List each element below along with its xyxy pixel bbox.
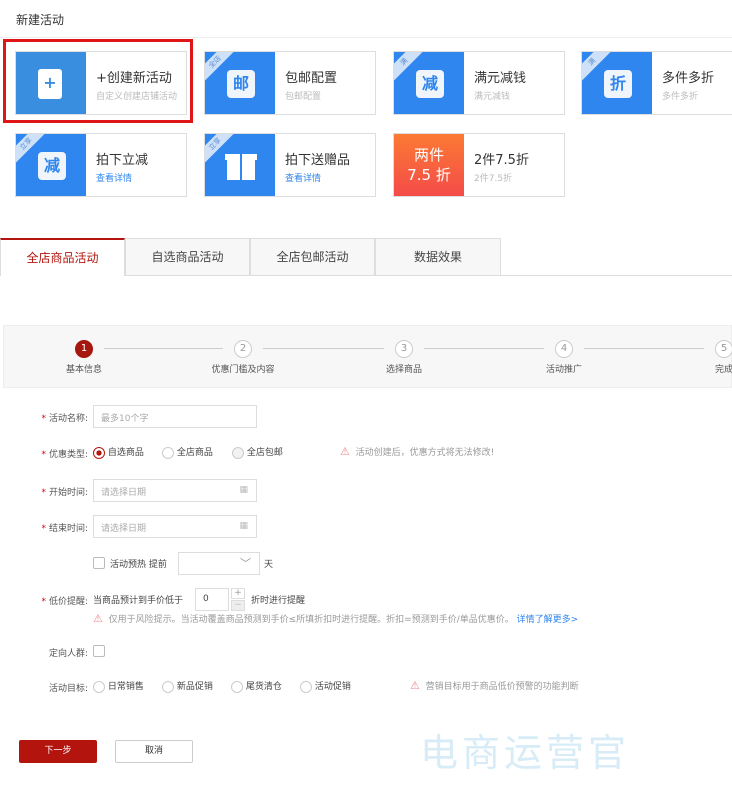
calendar-icon: ▦ xyxy=(239,521,248,531)
preheat-label: 活动预热 提前 xyxy=(110,560,167,570)
preheat-days-select[interactable]: ﹀ xyxy=(178,552,260,575)
step-5-marker: 5 xyxy=(715,340,732,358)
goal-radio-new[interactable]: 新品促销 xyxy=(162,679,213,693)
card-title: 满元减钱 xyxy=(474,71,527,86)
step-1-marker: 1 xyxy=(75,340,93,358)
end-label: * 结束时间: xyxy=(41,524,88,534)
discount-icon: 满减 xyxy=(394,52,464,114)
step-1-label: 基本信息 xyxy=(65,365,102,375)
name-label: * 活动名称: xyxy=(41,414,88,424)
gift-card[interactable]: 立享 拍下送赠品查看详情 xyxy=(204,133,376,197)
step-4-label: 活动推广 xyxy=(545,365,582,375)
type-radio-custom[interactable]: 自选商品 xyxy=(93,445,144,459)
chevron-down-icon: ﹀ xyxy=(240,557,251,570)
full-reduction-card[interactable]: 满减满元减钱 满元减钱 xyxy=(393,51,565,115)
activity-name-input[interactable]: 最多10个字 xyxy=(93,405,257,428)
step-connector xyxy=(263,348,384,349)
step-4-marker: 4 xyxy=(555,340,573,358)
tab-selected-goods[interactable]: 自选商品活动 xyxy=(125,238,250,276)
goal-radio-promo[interactable]: 活动促销 xyxy=(300,679,351,693)
step-bar xyxy=(3,325,732,388)
card-title: 包邮配置 xyxy=(285,71,338,86)
discount-icon: 立享减 xyxy=(16,134,86,196)
next-button[interactable]: 下一步 xyxy=(19,740,97,763)
step-3-marker: 3 xyxy=(395,340,413,358)
step-connector xyxy=(104,348,223,349)
selection-highlight xyxy=(3,39,193,123)
lowprice-label: * 低价提醒: xyxy=(41,597,88,607)
preheat-checkbox[interactable] xyxy=(93,557,105,569)
start-date-input[interactable]: 请选择日期 ▦ xyxy=(93,479,257,502)
goal-radio-daily[interactable]: 日常销售 xyxy=(93,679,144,693)
step-connector xyxy=(584,348,704,349)
start-label: * 开始时间: xyxy=(41,488,88,498)
type-label: * 优惠类型: xyxy=(41,450,88,460)
type-radio-shipping[interactable]: 全店包邮 xyxy=(232,445,283,459)
step-3-label: 选择商品 xyxy=(385,365,422,375)
step-connector xyxy=(424,348,544,349)
tab-free-shipping[interactable]: 全店包邮活动 xyxy=(250,238,375,276)
lowprice-note: ⚠ 仅用于风险提示。当活动覆盖商品预测到手价≤所填折扣时进行提醒。折扣=预测到手… xyxy=(93,612,579,625)
tab-baseline xyxy=(501,275,732,276)
card-title: 2件7.5折 xyxy=(474,153,529,168)
page-header: 新建活动 xyxy=(0,0,732,38)
card-subtitle: 多件多折 xyxy=(662,92,699,102)
card-subtitle: 包邮配置 xyxy=(285,92,322,102)
crowd-label: 定向人群: xyxy=(48,649,88,659)
type-warning: ⚠ 活动创建后，优惠方式将无法修改! xyxy=(340,445,495,458)
card-title: 拍下送赠品 xyxy=(285,153,351,168)
goal-label: 活动目标: xyxy=(48,684,88,694)
page-title: 新建活动 xyxy=(16,13,65,27)
tab-data[interactable]: 数据效果 xyxy=(375,238,501,276)
step-2-marker: 2 xyxy=(234,340,252,358)
warning-icon: ⚠ xyxy=(410,679,420,692)
multi-discount-card[interactable]: 满折多件多折 多件多折 xyxy=(581,51,732,115)
increment-button[interactable]: + xyxy=(231,588,245,599)
tab-all-store[interactable]: 全店商品活动 xyxy=(0,238,125,276)
card-title: 多件多折 xyxy=(662,71,715,86)
preheat-unit: 天 xyxy=(264,560,274,570)
learn-more-link[interactable]: 详情了解更多> xyxy=(517,615,579,625)
card-subtitle: 2件7.5折 xyxy=(474,174,513,184)
gift-icon: 立享 xyxy=(205,134,275,196)
goal-radio-clearance[interactable]: 尾货清仓 xyxy=(231,679,282,693)
two-items-discount-card[interactable]: 两件 7.5 折 2件7.5折 2件7.5折 xyxy=(393,133,565,197)
two-items-badge-icon: 两件 7.5 折 xyxy=(394,134,464,196)
lowprice-suffix: 折时进行提醒 xyxy=(251,596,306,606)
card-subtitle[interactable]: 查看详情 xyxy=(285,171,321,184)
goal-note: ⚠ 营销目标用于商品低价预警的功能判断 xyxy=(410,679,579,692)
calendar-icon: ▦ xyxy=(239,485,248,495)
end-date-input[interactable]: 请选择日期 ▦ xyxy=(93,515,257,538)
card-subtitle: 满元减钱 xyxy=(474,92,511,102)
watermark: 电商运营官 xyxy=(420,731,631,775)
lowprice-input[interactable]: 0 xyxy=(195,588,229,611)
instant-reduction-card[interactable]: 立享减拍下立减查看详情 xyxy=(15,133,187,197)
warning-icon: ⚠ xyxy=(93,612,103,625)
type-radio-all[interactable]: 全店商品 xyxy=(162,445,213,459)
cancel-button[interactable]: 取消 xyxy=(115,740,193,763)
step-5-label: 完成 xyxy=(714,365,732,375)
crowd-checkbox[interactable] xyxy=(93,645,105,657)
warning-icon: ⚠ xyxy=(340,445,350,458)
free-shipping-card[interactable]: 全店邮包邮配置 包邮配置 xyxy=(204,51,376,115)
mail-icon: 全店邮 xyxy=(205,52,275,114)
step-2-label: 优惠门槛及内容 xyxy=(211,365,275,375)
discount-icon: 满折 xyxy=(582,52,652,114)
decrement-button[interactable]: − xyxy=(231,600,245,611)
lowprice-prefix: 当商品预计到手价低于 xyxy=(93,596,184,606)
card-title: 拍下立减 xyxy=(96,153,149,168)
card-subtitle[interactable]: 查看详情 xyxy=(96,171,132,184)
